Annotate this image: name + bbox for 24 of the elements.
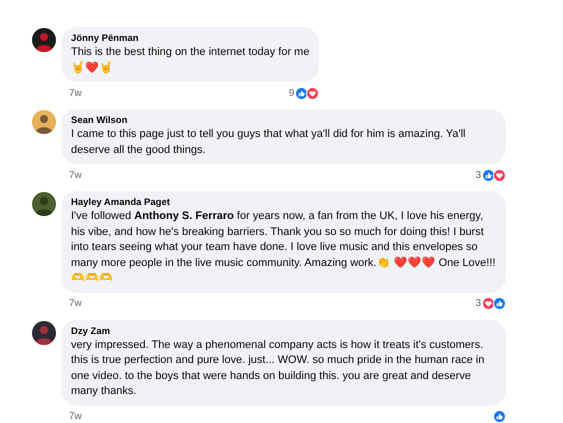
avatar[interactable] xyxy=(32,320,56,344)
comment-text: I came to this page just to tell you guys that what ya'll did for him is amazing. Ya'll deserve all the good things. xyxy=(71,127,466,158)
like-icon xyxy=(493,297,506,310)
comment-text: I've followed Anthony S. Ferraro for years now, a fan from the UK, I love his energy, his vibe, and how he's breaking barriers. Thank you so so much for doing this! I burst into tears seeing what your team have done. I love live music and this envelopes so many more people in the live music community. Amazing work.👏 ❤❤❤ One Love!!! 🫶🫶🫶 xyxy=(71,209,496,286)
comment-time[interactable]: 7w xyxy=(69,298,82,309)
like-icon xyxy=(295,86,308,100)
avatar[interactable] xyxy=(32,192,56,216)
comment-time[interactable]: 7w xyxy=(69,411,82,422)
like-icon xyxy=(493,410,506,423)
reaction-count[interactable]: 3 xyxy=(475,170,481,180)
comment-time[interactable]: 7w xyxy=(69,170,82,180)
author-name[interactable]: Jönny Pënman xyxy=(71,32,310,45)
emoji-text: 🤘❤🤘 xyxy=(71,60,114,76)
comment-text: very impressed. The way a phenomenal company acts is how it treats it's customers. this is true perfection and pure love. just... WOW. so much pride in the human race in one video. to the boys that were hands on building this. you are great and deserve many thanks. xyxy=(71,338,486,399)
reaction-count[interactable]: 9 xyxy=(288,88,294,98)
reaction-count[interactable]: 3 xyxy=(475,298,481,309)
author-name[interactable]: Dzy Zam xyxy=(71,324,496,338)
avatar[interactable] xyxy=(32,28,56,52)
author-name[interactable]: Hayley Amanda Paget xyxy=(71,196,496,209)
comment-time[interactable]: 7w xyxy=(69,88,82,98)
avatar[interactable] xyxy=(32,110,56,134)
author-name[interactable]: Sean Wilson xyxy=(71,114,496,127)
comment-text: This is the best thing on the internet today for me xyxy=(71,45,310,60)
like-icon xyxy=(482,168,495,182)
